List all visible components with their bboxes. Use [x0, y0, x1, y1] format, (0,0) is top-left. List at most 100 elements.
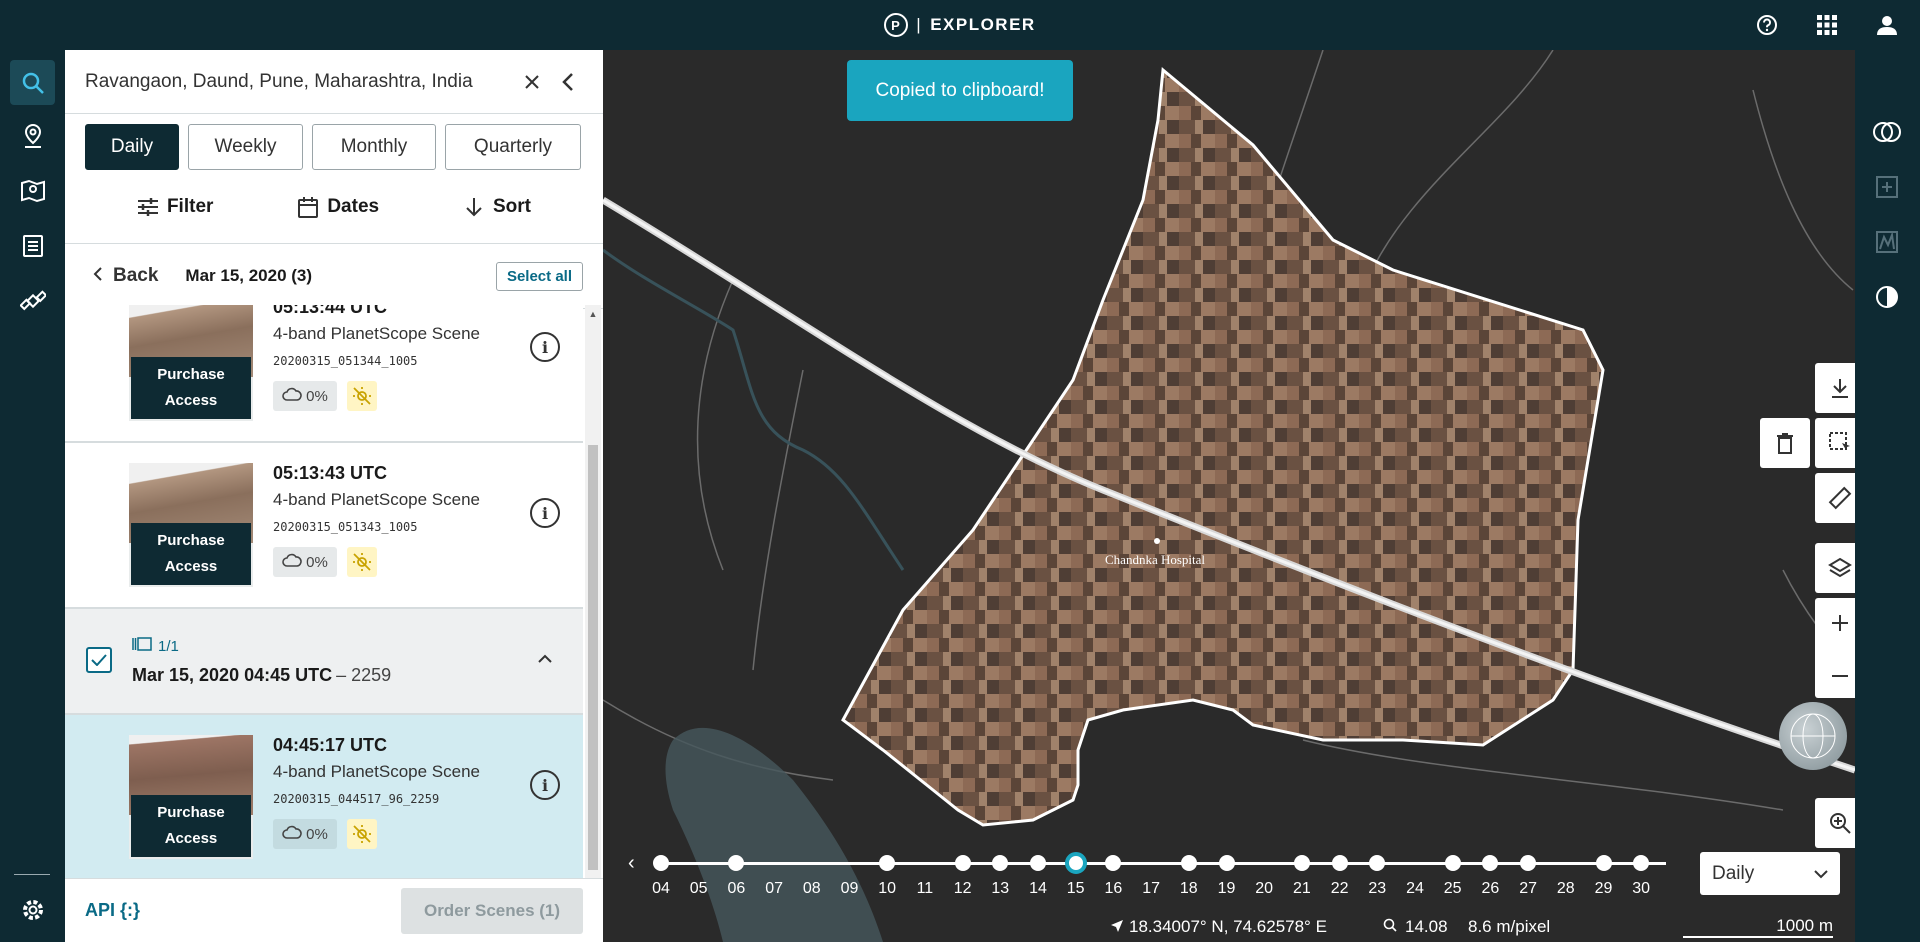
scroll-thumb[interactable]	[588, 445, 598, 870]
purchase-access-button[interactable]: Purchase Access	[131, 523, 251, 585]
map-view[interactable]: Chandnka Hospital Copied to clipboard! ‹…	[603, 50, 1855, 942]
timeline-day-label[interactable]: 28	[1551, 880, 1581, 898]
info-icon[interactable]: i	[530, 770, 560, 800]
purchase-access-button[interactable]: Purchase Access	[131, 795, 251, 857]
timeline-day-label[interactable]: 17	[1136, 880, 1166, 898]
zoom-search-icon[interactable]	[1815, 798, 1855, 848]
contrast-icon[interactable]	[1867, 277, 1907, 317]
timeline-day-label[interactable]: 10	[872, 880, 902, 898]
tab-quarterly[interactable]: Quarterly	[445, 124, 581, 170]
timeline-day-label[interactable]: 05	[684, 880, 714, 898]
map-saved-icon[interactable]	[10, 168, 55, 213]
zoom-out-icon[interactable]	[1831, 665, 1849, 683]
compare-icon[interactable]	[1867, 112, 1907, 152]
timeline-day-label[interactable]: 16	[1098, 880, 1128, 898]
scene-card[interactable]: Purchase Access 05:13:43 UTC 4-band Plan…	[65, 443, 583, 609]
settings-gear-icon[interactable]	[10, 887, 55, 932]
close-icon[interactable]	[517, 67, 547, 97]
timeline-day-label[interactable]: 13	[985, 880, 1015, 898]
select-all-button[interactable]: Select all	[495, 261, 583, 291]
timeline-dot[interactable]	[1369, 855, 1386, 871]
timeline-dot[interactable]	[992, 855, 1009, 871]
timeline-dot[interactable]	[879, 855, 896, 871]
back-button[interactable]: Back	[93, 265, 158, 287]
info-icon[interactable]: i	[530, 498, 560, 528]
timeline-day-label[interactable]: 29	[1589, 880, 1619, 898]
info-icon[interactable]: i	[530, 332, 560, 362]
timeline-day-label[interactable]: 26	[1475, 880, 1505, 898]
apps-grid-icon[interactable]	[1814, 12, 1840, 38]
scene-card-selected[interactable]: Purchase Access 04:45:17 UTC 4-band Plan…	[65, 715, 583, 881]
globe-icon[interactable]	[1779, 702, 1847, 770]
timeline-dot[interactable]	[1444, 855, 1461, 871]
brand[interactable]: P | EXPLORER	[884, 13, 1035, 37]
timeline-day-label[interactable]: 24	[1400, 880, 1430, 898]
timeline-day-label[interactable]: 22	[1325, 880, 1355, 898]
timeline-dot[interactable]	[1180, 855, 1197, 871]
purchase-access-button[interactable]: Purchase Access	[131, 357, 251, 419]
add-analysis-icon[interactable]	[1867, 167, 1907, 207]
timeline-day-label[interactable]: 21	[1287, 880, 1317, 898]
tab-daily[interactable]: Daily	[85, 124, 179, 170]
timeline-day-label[interactable]: 14	[1023, 880, 1053, 898]
timeline-dot[interactable]	[1030, 855, 1046, 871]
timeline-day-label[interactable]: 11	[910, 880, 940, 898]
timeline-dot[interactable]	[1218, 855, 1235, 871]
timeline-dot[interactable]	[728, 855, 745, 871]
layers-icon[interactable]	[1815, 543, 1855, 593]
timeline-dot[interactable]	[1331, 855, 1348, 871]
timeline-dot[interactable]	[954, 855, 971, 871]
timeline-dot[interactable]	[653, 855, 669, 871]
timeline-dot-active[interactable]	[1064, 852, 1087, 874]
user-icon[interactable]	[1874, 12, 1900, 38]
timeline-day-label[interactable]: 30	[1626, 880, 1656, 898]
timeline-day-label[interactable]: 09	[835, 880, 865, 898]
timeline-dot[interactable]	[1520, 855, 1537, 871]
period-select[interactable]: Daily	[1700, 852, 1840, 895]
tab-weekly[interactable]: Weekly	[188, 124, 303, 170]
timeline-dot[interactable]	[1595, 855, 1612, 871]
timeline-dot[interactable]	[1633, 855, 1650, 871]
location-pin-icon[interactable]	[10, 113, 55, 158]
timeline-day-label[interactable]: 15	[1061, 880, 1091, 898]
timeline-day-label[interactable]: 20	[1249, 880, 1279, 898]
orders-icon[interactable]	[10, 223, 55, 268]
timeline-day-label[interactable]: 25	[1438, 880, 1468, 898]
tab-monthly[interactable]: Monthly	[312, 124, 436, 170]
scene-list-scrollbar[interactable]: ▲ ▼	[585, 305, 601, 928]
chevron-up-icon[interactable]	[535, 649, 555, 669]
dates-button[interactable]: Dates	[297, 196, 379, 218]
timeline-dot[interactable]	[1105, 855, 1122, 871]
zoom-in-icon[interactable]	[1831, 614, 1849, 637]
scroll-up-icon[interactable]: ▲	[588, 309, 598, 319]
filter-button[interactable]: Filter	[137, 196, 213, 218]
timeline-day-label[interactable]: 12	[948, 880, 978, 898]
search-input[interactable]: Ravangaon, Daund, Pune, Maharashtra, Ind…	[85, 71, 511, 93]
search-icon[interactable]	[10, 60, 55, 105]
timeline-day-label[interactable]: 27	[1513, 880, 1543, 898]
order-scenes-button[interactable]: Order Scenes (1)	[401, 887, 583, 934]
timeline-day-label[interactable]: 04	[646, 880, 676, 898]
timeline-day-label[interactable]: 08	[797, 880, 827, 898]
ruler-icon[interactable]	[1815, 473, 1855, 523]
chevron-left-icon[interactable]	[553, 67, 583, 97]
timeline-dot[interactable]	[1482, 855, 1499, 871]
spectral-icon[interactable]	[1867, 222, 1907, 262]
timeline-day-label[interactable]: 19	[1212, 880, 1242, 898]
select-area-icon[interactable]	[1815, 418, 1855, 468]
api-link[interactable]: API {:}	[85, 900, 140, 921]
timeline-prev-icon[interactable]: ‹	[628, 852, 635, 875]
timeline-day-label[interactable]: 18	[1174, 880, 1204, 898]
satellite-icon[interactable]	[10, 278, 55, 323]
timeline-day-label[interactable]: 23	[1362, 880, 1392, 898]
sort-button[interactable]: Sort	[463, 196, 531, 218]
download-icon[interactable]	[1815, 363, 1855, 413]
timeline-dot[interactable]	[1293, 855, 1310, 871]
scene-group-header[interactable]: 1/1 Mar 15, 2020 04:45 UTC – 2259	[65, 609, 583, 715]
group-checkbox[interactable]	[86, 647, 112, 673]
timeline-day-label[interactable]: 06	[721, 880, 751, 898]
timeline-day-label[interactable]: 07	[759, 880, 789, 898]
scene-card[interactable]: Purchase Access 05:13:44 UTC 4-band Plan…	[65, 305, 583, 443]
delete-icon[interactable]	[1760, 418, 1810, 468]
help-icon[interactable]	[1754, 12, 1780, 38]
